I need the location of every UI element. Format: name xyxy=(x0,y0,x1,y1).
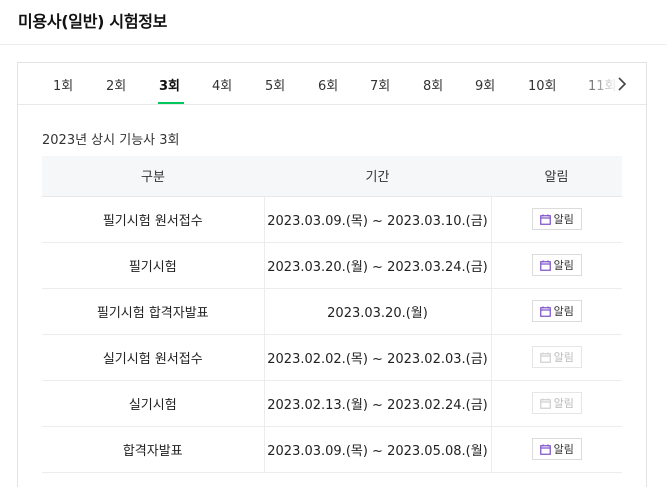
page-header: 미용사(일반) 시험정보 xyxy=(0,0,666,45)
active-tab-indicator xyxy=(158,102,184,104)
cell-alarm: 알림 xyxy=(491,426,622,473)
tab-round-7[interactable]: 7회 xyxy=(370,75,390,94)
cell-category: 필기시험 xyxy=(42,242,264,289)
tab-round-8[interactable]: 8회 xyxy=(423,75,443,94)
tab-round-6[interactable]: 6회 xyxy=(318,75,338,94)
table-row: 필기시험 2023.03.20.(월) ~ 2023.03.24.(금) 알림 xyxy=(42,242,622,289)
exam-info-panel: 1회 2회 3회 4회 5회 6회 7회 8회 9회 10회 11회 2023년… xyxy=(17,62,647,487)
tab-round-3[interactable]: 3회 xyxy=(159,75,180,94)
tab-round-9[interactable]: 9회 xyxy=(475,75,495,94)
alarm-label: 알림 xyxy=(553,305,574,318)
alarm-label: 알림 xyxy=(553,397,574,410)
cell-period: 2023.03.20.(월) xyxy=(263,288,492,335)
exam-title: 2023년 상시 기능사 3회 xyxy=(42,133,180,148)
alarm-label: 알림 xyxy=(553,259,574,272)
cell-period: 2023.02.02.(목) ~ 2023.02.03.(금) xyxy=(263,334,492,381)
cell-period: 2023.02.13.(월) ~ 2023.02.24.(금) xyxy=(263,380,492,427)
table-row: 실기시험 2023.02.13.(월) ~ 2023.02.24.(금) 알림 xyxy=(42,380,622,427)
cell-category: 필기시험 원서접수 xyxy=(42,196,264,243)
alarm-button[interactable]: 알림 xyxy=(531,346,582,368)
tab-round-5[interactable]: 5회 xyxy=(265,75,285,94)
tab-round-2[interactable]: 2회 xyxy=(106,75,126,94)
alarm-button[interactable]: 알림 xyxy=(531,392,582,414)
cell-period: 2023.03.09.(목) ~ 2023.03.10.(금) xyxy=(263,196,492,243)
tab-round-4[interactable]: 4회 xyxy=(212,75,232,94)
cell-alarm: 알림 xyxy=(491,242,622,289)
alarm-button[interactable]: 알림 xyxy=(531,438,582,460)
tab-round-1[interactable]: 1회 xyxy=(53,75,73,94)
cell-alarm: 알림 xyxy=(491,334,622,381)
header-category: 구분 xyxy=(42,156,264,197)
cell-category: 필기시험 합격자발표 xyxy=(42,288,264,335)
cell-category: 합격자발표 xyxy=(42,426,264,473)
calendar-icon xyxy=(539,444,551,455)
tab-round-11[interactable]: 11회 xyxy=(588,75,617,94)
alarm-button[interactable]: 알림 xyxy=(531,208,582,230)
alarm-label: 알림 xyxy=(553,351,574,364)
calendar-icon xyxy=(539,214,551,225)
page-title: 미용사(일반) 시험정보 xyxy=(18,12,168,31)
tabs-next-button[interactable] xyxy=(614,73,632,95)
calendar-icon xyxy=(539,260,551,271)
cell-category: 실기시험 원서접수 xyxy=(42,334,264,381)
cell-period: 2023.03.20.(월) ~ 2023.03.24.(금) xyxy=(263,242,492,289)
calendar-icon xyxy=(539,352,551,363)
exam-schedule-table: 구분 기간 알림 필기시험 원서접수 2023.03.09.(목) ~ 2023.… xyxy=(42,156,622,473)
alarm-label: 알림 xyxy=(553,213,574,226)
calendar-icon xyxy=(539,398,551,409)
tab-round-10[interactable]: 10회 xyxy=(528,75,557,94)
calendar-icon xyxy=(539,306,551,317)
cell-category: 실기시험 xyxy=(42,380,264,427)
alarm-label: 알림 xyxy=(553,443,574,456)
table-row: 합격자발표 2023.03.09.(목) ~ 2023.05.08.(월) 알림 xyxy=(42,426,622,473)
table-body: 필기시험 원서접수 2023.03.09.(목) ~ 2023.03.10.(금)… xyxy=(42,196,622,473)
table-row: 실기시험 원서접수 2023.02.02.(목) ~ 2023.02.03.(금)… xyxy=(42,334,622,381)
table-header-row: 구분 기간 알림 xyxy=(42,156,622,197)
chevron-right-icon xyxy=(618,77,627,91)
cell-alarm: 알림 xyxy=(491,196,622,243)
table-row: 필기시험 합격자발표 2023.03.20.(월) 알림 xyxy=(42,288,622,335)
header-alarm: 알림 xyxy=(491,156,622,197)
table-row: 필기시험 원서접수 2023.03.09.(목) ~ 2023.03.10.(금)… xyxy=(42,196,622,243)
alarm-button[interactable]: 알림 xyxy=(531,300,582,322)
cell-period: 2023.03.09.(목) ~ 2023.05.08.(월) xyxy=(263,426,492,473)
header-period: 기간 xyxy=(264,156,491,197)
cell-alarm: 알림 xyxy=(491,288,622,335)
round-tabs: 1회 2회 3회 4회 5회 6회 7회 8회 9회 10회 11회 xyxy=(18,63,646,105)
alarm-button[interactable]: 알림 xyxy=(531,254,582,276)
cell-alarm: 알림 xyxy=(491,380,622,427)
